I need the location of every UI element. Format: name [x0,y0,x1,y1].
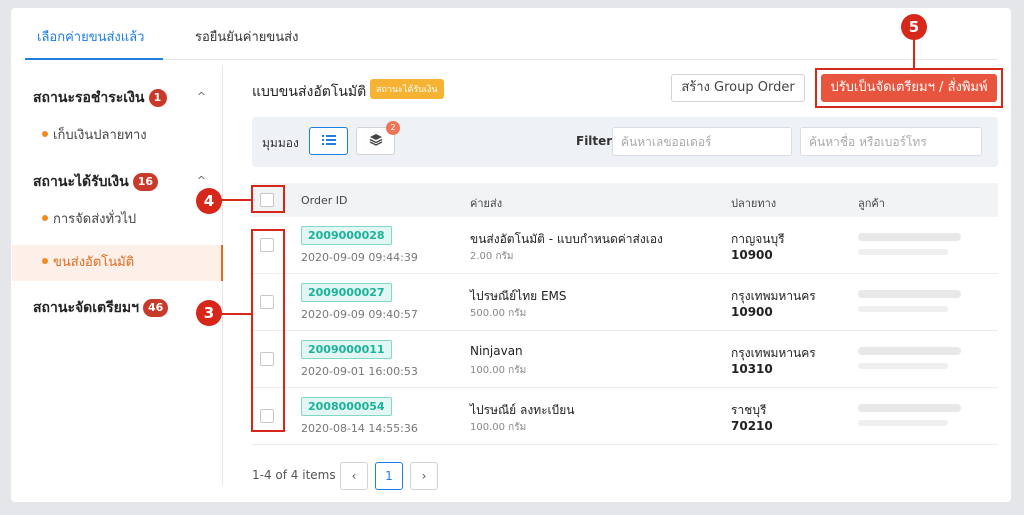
sidebar-group-label: สถานะรอชำระเงิน [33,90,145,106]
sidebar-item-cod[interactable]: เก็บเงินปลายทาง [12,118,223,154]
prev-page-button[interactable]: ‹ [340,462,368,490]
dot-icon [42,258,48,264]
weight: 100.00 กรัม [470,422,527,433]
customer-placeholder [858,404,961,412]
table-row[interactable]: 2009000011 2020-09-01 16:00:53 Ninjavan … [252,331,998,388]
order-time: 2020-09-09 09:40:57 [301,308,418,321]
destination: ราชบุรี [731,403,767,417]
column-header-customer: ลูกค้า [858,197,885,210]
page-1-button[interactable]: 1 [375,462,403,490]
table-row[interactable]: 2009000028 2020-09-09 09:44:39 ขนส่งอัตโ… [252,217,998,274]
order-id-badge[interactable]: 2008000054 [301,397,392,416]
sidebar-group-label: สถานะจัดเตรียมฯ [33,300,139,316]
destination: กรุงเทพมหานคร [731,289,816,303]
sidebar-item-label: เก็บเงินปลายทาง [53,128,147,143]
count-badge: 46 [142,299,169,317]
tab-pending-carrier[interactable]: รอยืนยันค่ายขนส่ง [195,26,298,47]
order-id-badge[interactable]: 2009000028 [301,226,392,245]
tab-selected-carrier[interactable]: เลือกค่ายขนส่งแล้ว [37,26,144,47]
customer-placeholder [858,420,948,426]
sidebar-group-preparing[interactable]: สถานะจัดเตรียมฯ 46 [33,297,169,319]
weight: 100.00 กรัม [470,365,527,376]
dot-icon [42,131,48,137]
weight: 2.00 กรัม [470,251,514,262]
next-page-button[interactable]: › [410,462,438,490]
layers-view-button[interactable]: 2 [356,121,400,155]
order-id-badge[interactable]: 2009000011 [301,340,392,359]
carrier-name: ขนส่งอัตโนมัติ - แบบกำหนดค่าส่งเอง [470,232,663,246]
postal-code: 10900 [731,248,773,262]
count-badge: 1 [148,89,167,107]
order-id-badge[interactable]: 2009000027 [301,283,392,302]
top-tabs: เลือกค่ายขนส่งแล้ว รอยืนยันค่ายขนส่ง [25,20,997,60]
postal-code: 10900 [731,305,773,319]
carrier-name: ไปรษณีย์ไทย EMS [470,289,567,303]
sidebar-item-auto-shipping[interactable]: ขนส่งอัตโนมัติ [12,245,223,281]
carrier-name: ไปรษณีย์ ลงทะเบียน [470,403,575,417]
customer-placeholder [858,363,948,369]
table-row[interactable]: 2008000054 2020-08-14 14:55:36 ไปรษณีย์ … [252,388,998,445]
annotation-line-5 [913,39,915,68]
filter-bar: มุมมอง 2 Filter [252,117,998,167]
dot-icon [42,215,48,221]
sidebar-item-label: การจัดส่งทั่วไป [53,212,137,227]
column-header-order-id: Order ID [301,194,348,207]
customer-search-input[interactable] [800,127,982,156]
create-group-order-button[interactable]: สร้าง Group Order [671,74,805,102]
weight: 500.00 กรัม [470,308,527,319]
annotation-box-select-all [251,185,285,213]
destination: กาญจนบุรี [731,232,785,246]
table-row[interactable]: 2009000027 2020-09-09 09:40:57 ไปรษณีย์ไ… [252,274,998,331]
sidebar-group-awaiting-payment[interactable]: สถานะรอชำระเงิน 1 [33,87,167,109]
annotation-box-confirm [815,68,1003,108]
list-icon [321,135,336,145]
notification-badge: 2 [386,121,400,135]
annotation-line-3 [221,313,251,315]
sidebar-group-label: สถานะได้รับเงิน [33,174,129,190]
active-tab-indicator [25,58,163,60]
customer-placeholder [858,306,948,312]
customer-placeholder [858,290,961,298]
postal-code: 70210 [731,419,773,433]
carrier-name: Ninjavan [470,344,523,358]
layers-icon [369,134,382,146]
view-label: มุมมอง [262,136,299,150]
count-badge: 16 [132,173,159,191]
status-badge: สถานะได้รับเงิน [370,79,444,99]
table-header: Order ID ค่ายส่ง ปลายทาง ลูกค้า [252,183,998,217]
sidebar-item-general-shipping[interactable]: การจัดส่งทั่วไป [12,202,223,238]
column-header-destination: ปลายทาง [731,197,777,210]
annotation-box-row-checkboxes [251,229,285,432]
column-header-carrier: ค่ายส่ง [470,197,503,210]
annotation-marker-4: 4 [196,188,222,214]
sidebar-item-label: ขนส่งอัตโนมัติ [53,255,135,270]
order-search-input[interactable] [612,127,792,156]
chevron-up-icon[interactable]: ^ [197,90,206,103]
order-time: 2020-08-14 14:55:36 [301,422,418,435]
customer-placeholder [858,249,948,255]
order-time: 2020-09-09 09:44:39 [301,251,418,264]
order-time: 2020-09-01 16:00:53 [301,365,418,378]
annotation-marker-5: 5 [901,14,927,40]
chevron-up-icon[interactable]: ^ [197,174,206,187]
pagination-info: 1-4 of 4 items [252,468,336,482]
sidebar-group-paid[interactable]: สถานะได้รับเงิน 16 [33,171,159,193]
page-title: แบบขนส่งอัตโนมัติ [252,84,367,100]
filter-label: Filter [576,134,613,148]
list-view-button[interactable] [309,127,348,155]
annotation-line-4 [221,199,251,201]
destination: กรุงเทพมหานคร [731,346,816,360]
customer-placeholder [858,347,961,355]
postal-code: 10310 [731,362,773,376]
sidebar: สถานะรอชำระเงิน 1 ^ เก็บเงินปลายทาง สถานะ… [12,65,223,485]
customer-placeholder [858,233,961,241]
annotation-marker-3: 3 [196,300,222,326]
